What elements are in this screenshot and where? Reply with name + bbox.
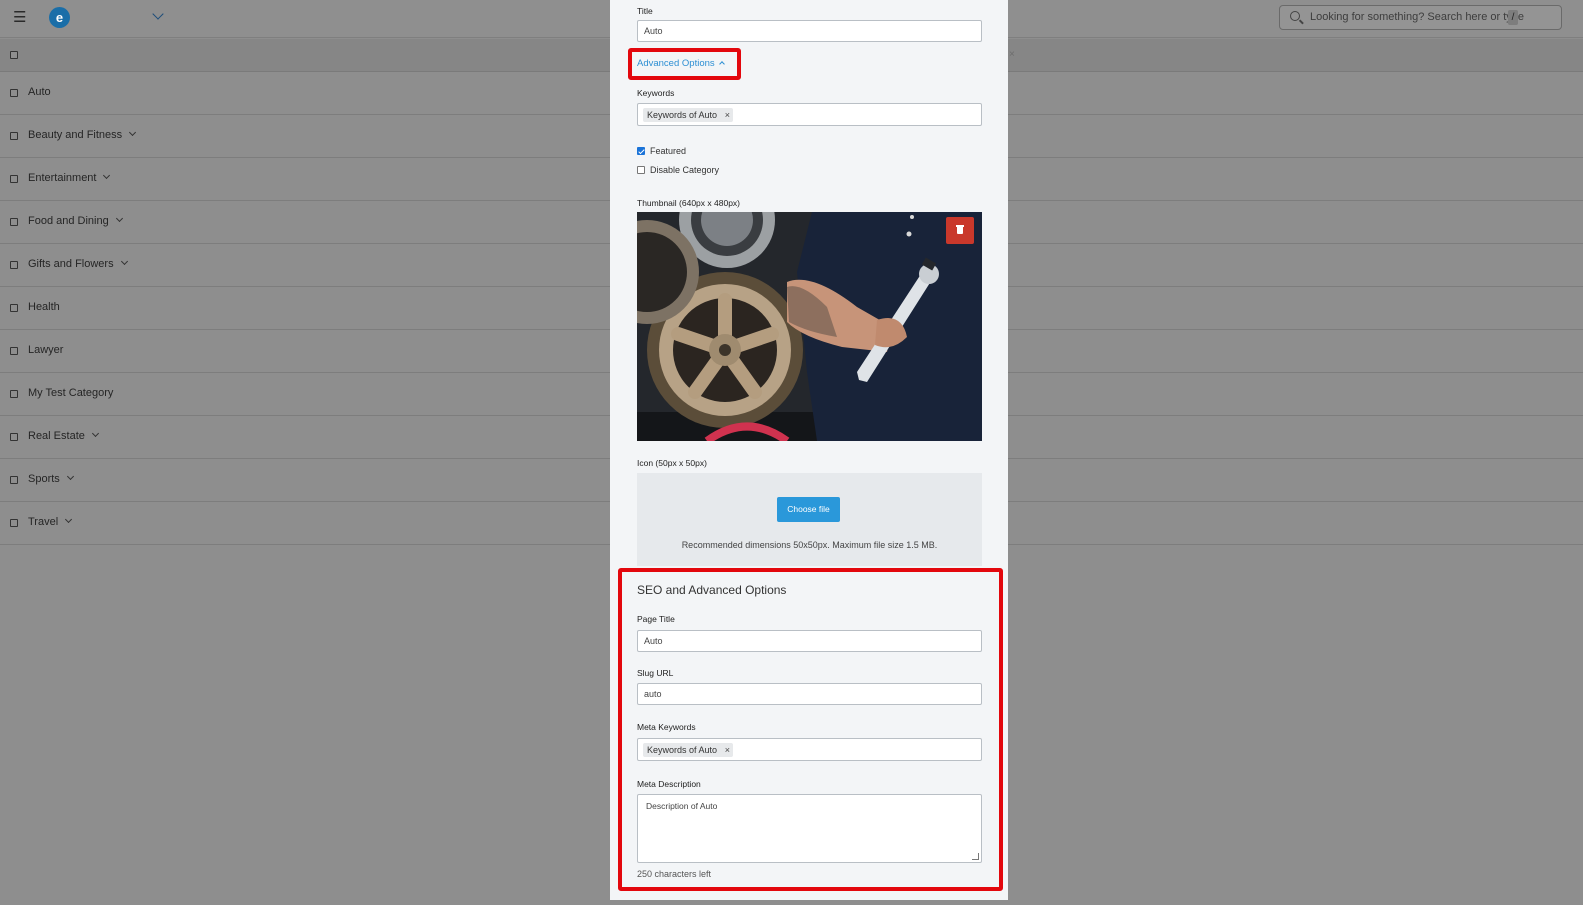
- category-checkbox[interactable]: [10, 218, 18, 226]
- category-label: Auto: [28, 86, 51, 98]
- chevron-down-icon[interactable]: [65, 515, 73, 524]
- keywords-input[interactable]: Keywords of Auto ×: [637, 103, 982, 126]
- category-label: Real Estate: [28, 430, 85, 442]
- meta-keywords-input[interactable]: Keywords of Auto ×: [637, 738, 982, 761]
- keywords-label: Keywords: [637, 88, 675, 98]
- remove-tag-icon[interactable]: ×: [725, 108, 730, 122]
- category-name[interactable]: Beauty and Fitness: [28, 128, 137, 141]
- thumbnail-label: Thumbnail (640px x 480px): [637, 198, 741, 208]
- remove-tag-icon[interactable]: ×: [725, 743, 730, 757]
- category-name[interactable]: Health: [28, 301, 60, 313]
- category-name[interactable]: Entertainment: [28, 171, 111, 184]
- delete-thumbnail-button[interactable]: [946, 217, 974, 244]
- category-checkbox[interactable]: [10, 347, 18, 355]
- category-name[interactable]: Lawyer: [28, 344, 63, 356]
- category-checkbox[interactable]: [10, 175, 18, 183]
- advanced-options-toggle[interactable]: Advanced Options: [637, 58, 725, 69]
- meta-description-text: Description of Auto: [646, 801, 718, 811]
- close-icon[interactable]: ×: [1009, 49, 1015, 60]
- category-checkbox[interactable]: [10, 476, 18, 484]
- icon-dropzone[interactable]: Choose file Recommended dimensions 50x50…: [637, 473, 982, 566]
- mechanic-photo: [637, 212, 982, 441]
- featured-label: Featured: [650, 146, 687, 156]
- keyword-tag-label: Keywords of Auto: [647, 110, 718, 120]
- keyword-tag: Keywords of Auto ×: [643, 108, 734, 122]
- category-label: Health: [28, 301, 60, 313]
- search-placeholder: Looking for something? Search here or ty…: [1310, 11, 1525, 23]
- category-checkbox[interactable]: [10, 519, 18, 527]
- thumbnail-image: [637, 212, 982, 441]
- page-title-input[interactable]: Auto: [637, 630, 982, 652]
- featured-checkbox-row[interactable]: Featured: [637, 146, 686, 156]
- edit-category-panel: Title Auto Advanced Options Keywords Key…: [610, 0, 1008, 900]
- choose-file-button[interactable]: Choose file: [777, 497, 840, 522]
- chevron-down-icon[interactable]: [91, 429, 99, 438]
- disable-category-row[interactable]: Disable Category: [637, 165, 719, 175]
- resize-handle-icon[interactable]: [972, 853, 979, 860]
- meta-keyword-tag: Keywords of Auto ×: [643, 743, 734, 757]
- chevron-up-icon: [718, 61, 725, 67]
- category-name[interactable]: Food and Dining: [28, 214, 123, 227]
- disable-category-label: Disable Category: [650, 165, 720, 175]
- category-label: Beauty and Fitness: [28, 129, 123, 141]
- category-label: Food and Dining: [28, 215, 109, 227]
- chevron-down-icon[interactable]: [66, 472, 74, 481]
- slug-url-label: Slug URL: [637, 668, 674, 678]
- category-label: Lawyer: [28, 344, 64, 356]
- category-checkbox[interactable]: [10, 390, 18, 398]
- category-checkbox[interactable]: [10, 132, 18, 140]
- disable-category-checkbox[interactable]: [637, 165, 645, 174]
- icon-recommendation: Recommended dimensions 50x50px. Maximum …: [681, 540, 938, 550]
- search-icon: [1290, 11, 1300, 21]
- seo-heading: SEO and Advanced Options: [637, 583, 787, 597]
- global-search[interactable]: Looking for something? Search here or ty…: [1279, 5, 1562, 30]
- category-name[interactable]: Gifts and Flowers: [28, 257, 128, 270]
- icon-label: Icon (50px x 50px): [637, 458, 707, 468]
- meta-keyword-tag-label: Keywords of Auto: [647, 745, 718, 755]
- category-checkbox[interactable]: [10, 89, 18, 97]
- category-name[interactable]: My Test Category: [28, 387, 113, 399]
- search-shortcut-key: /: [1508, 10, 1518, 25]
- category-name[interactable]: Auto: [28, 86, 51, 98]
- meta-description-textarea[interactable]: Description of Auto: [637, 794, 982, 863]
- page-title-label: Page Title: [637, 614, 675, 624]
- category-label: Entertainment: [28, 172, 97, 184]
- chevron-down-icon[interactable]: [120, 257, 128, 266]
- brand-logo[interactable]: e: [49, 7, 70, 28]
- slug-url-input[interactable]: auto: [637, 683, 982, 705]
- category-label: Gifts and Flowers: [28, 258, 114, 270]
- chevron-down-icon[interactable]: [152, 8, 164, 20]
- category-checkbox[interactable]: [10, 433, 18, 441]
- select-all-checkbox[interactable]: [10, 51, 18, 59]
- category-label: My Test Category: [28, 387, 114, 399]
- category-label: Travel: [28, 516, 59, 528]
- menu-icon[interactable]: ☰: [13, 9, 27, 27]
- category-name[interactable]: Sports: [28, 472, 74, 485]
- category-checkbox[interactable]: [10, 304, 18, 312]
- chevron-down-icon[interactable]: [115, 214, 123, 223]
- featured-checkbox[interactable]: [637, 146, 645, 155]
- category-checkbox[interactable]: [10, 261, 18, 269]
- title-input[interactable]: Auto: [637, 20, 982, 42]
- title-label: Title: [637, 6, 653, 16]
- characters-left: 250 characters left: [637, 869, 712, 879]
- category-name[interactable]: Travel: [28, 515, 73, 528]
- advanced-options-label: Advanced Options: [637, 58, 715, 69]
- meta-keywords-label: Meta Keywords: [637, 722, 696, 732]
- chevron-down-icon[interactable]: [103, 171, 111, 180]
- chevron-down-icon[interactable]: [129, 128, 137, 137]
- meta-description-label: Meta Description: [637, 779, 701, 789]
- category-name[interactable]: Real Estate: [28, 429, 99, 442]
- category-label: Sports: [28, 473, 60, 485]
